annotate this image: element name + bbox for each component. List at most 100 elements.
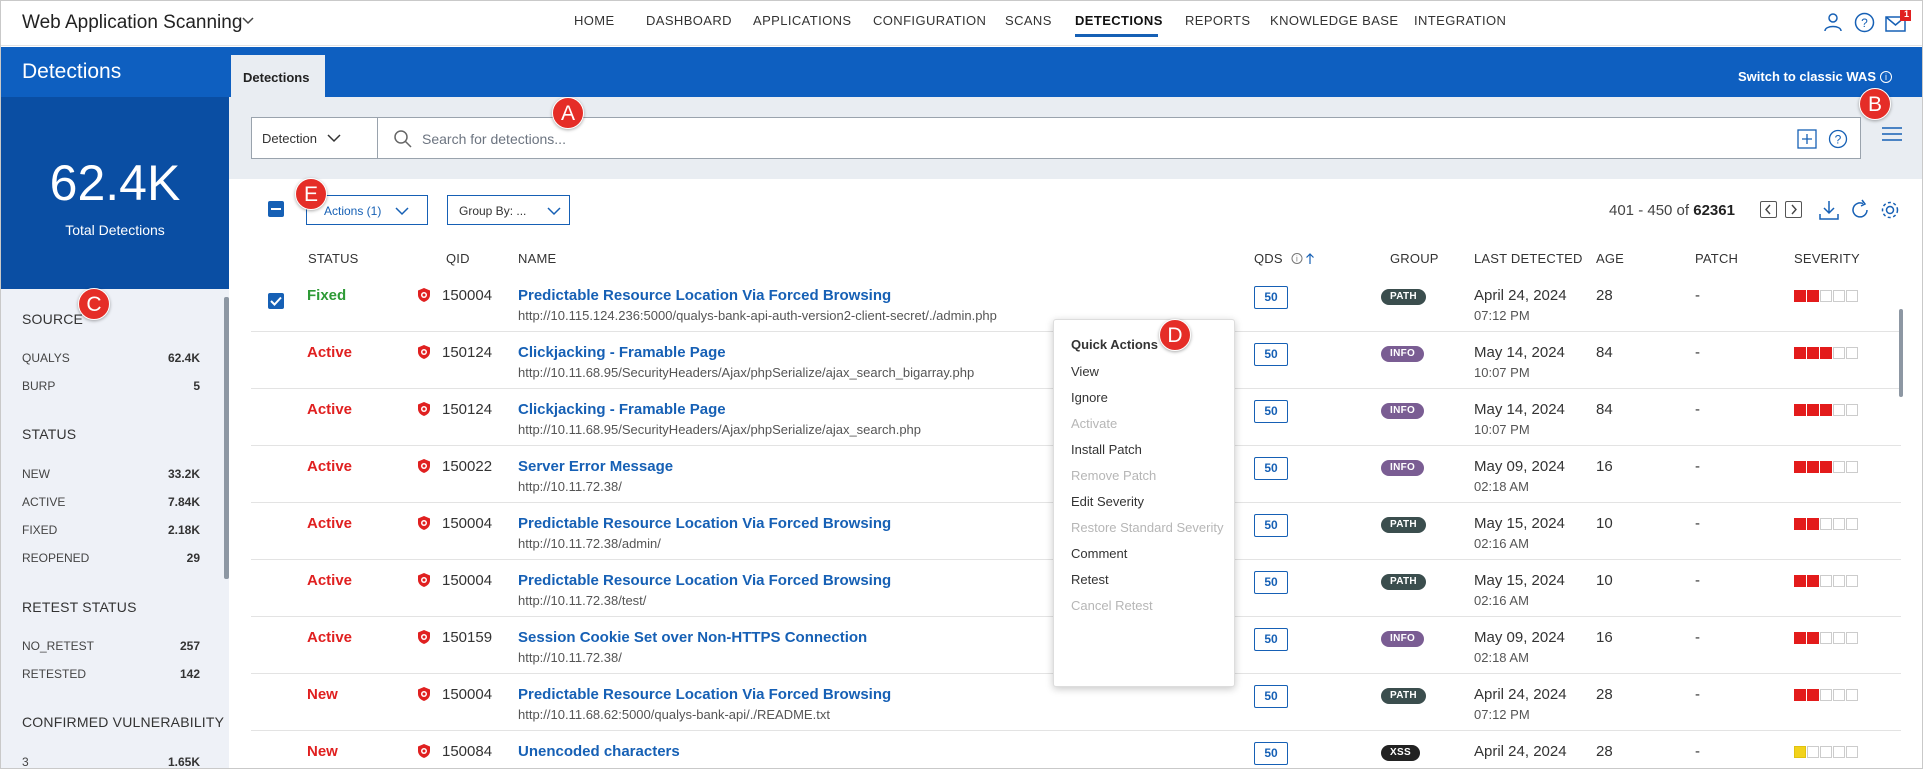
quick-action-edit-severity[interactable]: Edit Severity <box>1071 494 1144 509</box>
vulnerability-name-link[interactable]: Server Error Message <box>518 458 673 475</box>
vulnerability-name-link[interactable]: Clickjacking - Framable Page <box>518 344 726 361</box>
svg-text:?: ? <box>1861 16 1868 30</box>
facet-row[interactable]: NEW 33.2K <box>22 467 200 481</box>
vulnerability-name-link[interactable]: Unencoded characters <box>518 743 680 760</box>
facet-scrollbar[interactable] <box>224 297 229 579</box>
patch-value: - <box>1695 287 1700 304</box>
table-scrollbar[interactable] <box>1899 309 1903 397</box>
quick-action-ignore[interactable]: Ignore <box>1071 390 1108 405</box>
nav-integration[interactable]: INTEGRATION <box>1414 13 1506 28</box>
vulnerability-name-link[interactable]: Session Cookie Set over Non-HTTPS Connec… <box>518 629 867 646</box>
group-badge: XSS <box>1381 745 1420 761</box>
qds-score: 50 <box>1254 628 1288 651</box>
severity-level-block <box>1807 518 1819 530</box>
next-page-button[interactable] <box>1785 201 1802 218</box>
nav-knowledge-base[interactable]: KNOWLEDGE BASE <box>1270 13 1398 28</box>
vulnerability-shield-icon <box>418 402 430 416</box>
nav-scans[interactable]: SCANS <box>1005 13 1052 28</box>
help-icon[interactable]: ? <box>1854 12 1875 38</box>
column-header-patch[interactable]: PATCH <box>1695 251 1738 266</box>
facet-row[interactable]: RETESTED 142 <box>22 667 200 681</box>
status-label: Active <box>307 572 353 589</box>
severity-bar <box>1794 290 1859 302</box>
quick-action-retest[interactable]: Retest <box>1071 572 1109 587</box>
severity-level-block <box>1833 347 1845 359</box>
quick-action-view[interactable]: View <box>1071 364 1099 379</box>
severity-level-block <box>1807 746 1819 758</box>
severity-level-block <box>1833 461 1845 473</box>
switch-classic-link[interactable]: Switch to classic WAS i <box>1738 69 1892 84</box>
facet-value: 257 <box>179 639 200 653</box>
quick-action-install-patch[interactable]: Install Patch <box>1071 442 1142 457</box>
nav-home[interactable]: HOME <box>574 13 615 28</box>
select-all-checkbox[interactable] <box>268 201 284 217</box>
quick-actions-title: Quick Actions <box>1071 337 1158 352</box>
nav-reports[interactable]: REPORTS <box>1185 13 1250 28</box>
severity-level-block <box>1820 632 1832 644</box>
quick-action-comment[interactable]: Comment <box>1071 546 1127 561</box>
search-type-dropdown[interactable]: Detection <box>251 117 378 159</box>
tab-detections[interactable]: Detections <box>231 55 325 97</box>
search-help-icon[interactable]: ? <box>1828 129 1848 149</box>
kpi-label: Total Detections <box>65 222 165 238</box>
add-query-icon[interactable] <box>1797 129 1817 149</box>
download-icon[interactable] <box>1818 199 1840 221</box>
status-label: Active <box>307 629 353 646</box>
vulnerability-shield-icon <box>418 687 430 701</box>
vulnerability-name-link[interactable]: Predictable Resource Location Via Forced… <box>518 572 891 589</box>
refresh-icon[interactable] <box>1849 199 1871 221</box>
pagination-total: 62361 <box>1693 202 1735 219</box>
facet-row[interactable]: ACTIVE 7.84K <box>22 495 200 509</box>
facet-row[interactable]: NO_RETEST 257 <box>22 639 200 653</box>
patch-value: - <box>1695 629 1700 646</box>
group-badge: PATH <box>1381 517 1426 533</box>
table-row[interactable]: New 150084 Unencoded characters 50 XSS April … <box>251 731 1901 768</box>
search-input[interactable] <box>422 129 1722 149</box>
vulnerability-name-link[interactable]: Predictable Resource Location Via Forced… <box>518 287 891 304</box>
switch-classic-label: Switch to classic WAS <box>1738 69 1876 84</box>
nav-configuration[interactable]: CONFIGURATION <box>873 13 986 28</box>
column-header-qds[interactable]: QDS i <box>1254 251 1317 266</box>
search-icon <box>394 130 412 148</box>
nav-dashboard[interactable]: DASHBOARD <box>646 13 732 28</box>
age-value: 10 <box>1596 572 1613 589</box>
facet-row[interactable]: REOPENED 29 <box>22 551 200 565</box>
facet-row[interactable]: QUALYS 62.4K <box>22 351 200 365</box>
patch-value: - <box>1695 743 1700 760</box>
facet-row[interactable]: 3 1.65K <box>22 755 200 768</box>
quick-action-activate: Activate <box>1071 416 1118 431</box>
severity-level-block <box>1820 347 1832 359</box>
row-checkbox[interactable] <box>268 293 284 309</box>
vulnerability-name-link[interactable]: Predictable Resource Location Via Forced… <box>518 515 891 532</box>
severity-level-block <box>1846 290 1858 302</box>
user-icon[interactable] <box>1823 12 1843 37</box>
gear-icon[interactable] <box>1879 199 1901 221</box>
vulnerability-name-link[interactable]: Predictable Resource Location Via Forced… <box>518 686 891 703</box>
nav-detections[interactable]: DETECTIONS <box>1075 13 1163 28</box>
facet-row[interactable]: FIXED 2.18K <box>22 523 200 537</box>
column-header-group[interactable]: GROUP <box>1390 251 1439 266</box>
chevron-left-icon <box>1765 204 1771 215</box>
column-header-last-detected[interactable]: LAST DETECTED <box>1474 251 1583 266</box>
prev-page-button[interactable] <box>1760 201 1777 218</box>
facet-row[interactable]: BURP 5 <box>22 379 200 393</box>
facet-label: ACTIVE <box>22 495 66 509</box>
column-header-name[interactable]: NAME <box>518 251 556 266</box>
notifications-mail-icon[interactable]: 1 <box>1885 9 1913 39</box>
group-by-dropdown[interactable]: Group By: ... <box>447 195 570 225</box>
hamburger-menu-icon[interactable] <box>1881 126 1903 142</box>
severity-level-block <box>1807 575 1819 587</box>
callout-a: A <box>552 97 584 129</box>
age-value: 16 <box>1596 458 1613 475</box>
column-header-age[interactable]: AGE <box>1596 251 1624 266</box>
qid-value: 150084 <box>442 743 493 760</box>
vulnerability-shield-icon <box>418 288 430 302</box>
severity-level-block <box>1794 290 1806 302</box>
severity-bar <box>1794 347 1859 359</box>
nav-applications[interactable]: APPLICATIONS <box>753 13 851 28</box>
vulnerability-name-link[interactable]: Clickjacking - Framable Page <box>518 401 726 418</box>
column-header-qid[interactable]: QID <box>446 251 470 266</box>
column-header-status[interactable]: STATUS <box>308 251 359 266</box>
column-header-severity[interactable]: SEVERITY <box>1794 251 1860 266</box>
search-type-value: Detection <box>262 131 317 146</box>
